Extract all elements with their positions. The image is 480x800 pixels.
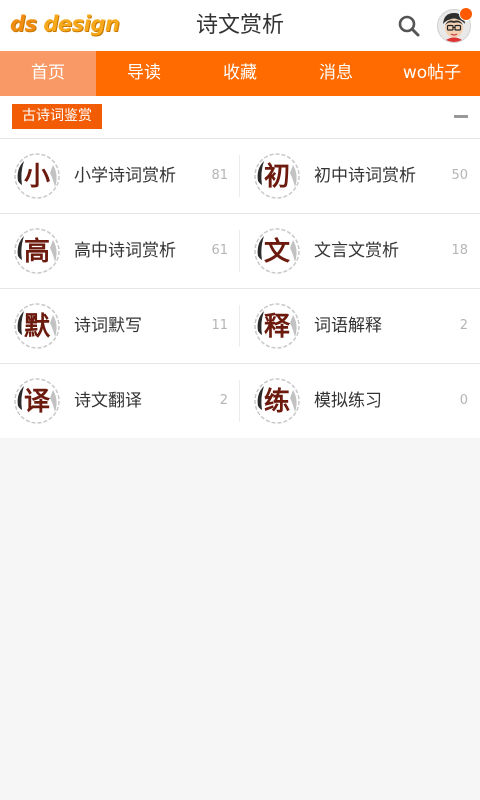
category-item-classical-chinese[interactable]: 文 文言文赏析 18 — [240, 214, 480, 288]
tab-my-posts[interactable]: wo帖子 — [384, 51, 480, 96]
calligraphy-badge-icon: 默 — [12, 301, 62, 351]
svg-text:小: 小 — [24, 162, 50, 192]
user-avatar-button[interactable] — [437, 7, 473, 43]
category-count: 61 — [211, 243, 228, 258]
category-item-primary-school[interactable]: 小 小学诗词赏析 81 — [0, 139, 240, 213]
svg-text:高: 高 — [24, 236, 50, 267]
search-icon[interactable] — [396, 13, 422, 39]
category-label: 诗文翻译 — [74, 391, 142, 411]
grid-row: 译 诗文翻译 2 练 模拟练习 0 — [0, 364, 480, 438]
calligraphy-badge-icon: 高 — [12, 226, 62, 276]
svg-text:译: 译 — [24, 387, 51, 417]
calligraphy-badge-icon: 译 — [12, 376, 62, 426]
category-label: 文言文赏析 — [314, 241, 399, 261]
grid-row: 默 诗词默写 11 释 词语解释 2 — [0, 289, 480, 364]
tab-favorites[interactable]: 收藏 — [192, 51, 288, 96]
calligraphy-badge-icon: 释 — [252, 301, 302, 351]
minus-icon[interactable] — [454, 115, 468, 118]
notification-dot — [459, 7, 473, 21]
tab-home[interactable]: 首页 — [0, 51, 96, 96]
category-label: 诗词默写 — [74, 316, 142, 336]
app-header: ds design 诗文赏析 — [0, 0, 480, 52]
tab-messages[interactable]: 消息 — [288, 51, 384, 96]
category-count: 50 — [451, 168, 468, 183]
category-count: 81 — [211, 168, 228, 183]
category-grid: 小 小学诗词赏析 81 初 初中诗词赏析 50 高 高中诗词赏析 61 文 文言… — [0, 139, 480, 439]
svg-text:释: 释 — [264, 312, 291, 342]
category-item-dictation[interactable]: 默 诗词默写 11 — [0, 289, 240, 363]
empty-content-area — [0, 438, 480, 800]
category-label: 模拟练习 — [314, 391, 382, 411]
calligraphy-badge-icon: 小 — [12, 151, 62, 201]
tab-guide[interactable]: 导读 — [96, 51, 192, 96]
category-count: 0 — [459, 393, 468, 408]
category-label: 小学诗词赏析 — [74, 166, 176, 186]
category-label: 词语解释 — [314, 316, 382, 336]
calligraphy-badge-icon: 文 — [252, 226, 302, 276]
grid-row: 高 高中诗词赏析 61 文 文言文赏析 18 — [0, 214, 480, 289]
category-item-junior-high[interactable]: 初 初中诗词赏析 50 — [240, 139, 480, 213]
category-count: 2 — [219, 393, 228, 408]
main-nav: 首页 导读 收藏 消息 wo帖子 — [0, 51, 480, 96]
category-label: 高中诗词赏析 — [74, 241, 176, 261]
svg-text:初: 初 — [264, 162, 290, 192]
category-item-translation[interactable]: 译 诗文翻译 2 — [0, 364, 240, 438]
svg-text:文: 文 — [264, 236, 291, 267]
section-title: 古诗词鉴赏 — [12, 104, 102, 129]
calligraphy-badge-icon: 初 — [252, 151, 302, 201]
category-count: 2 — [459, 318, 468, 333]
category-item-word-explanation[interactable]: 释 词语解释 2 — [240, 289, 480, 363]
category-count: 18 — [451, 243, 468, 258]
grid-row: 小 小学诗词赏析 81 初 初中诗词赏析 50 — [0, 139, 480, 214]
category-count: 11 — [211, 318, 228, 333]
section-header: 古诗词鉴赏 — [0, 96, 480, 139]
category-item-mock-practice[interactable]: 练 模拟练习 0 — [240, 364, 480, 438]
calligraphy-badge-icon: 练 — [252, 376, 302, 426]
category-label: 初中诗词赏析 — [314, 166, 416, 186]
category-item-senior-high[interactable]: 高 高中诗词赏析 61 — [0, 214, 240, 288]
svg-text:练: 练 — [264, 386, 290, 417]
svg-text:默: 默 — [24, 312, 51, 342]
